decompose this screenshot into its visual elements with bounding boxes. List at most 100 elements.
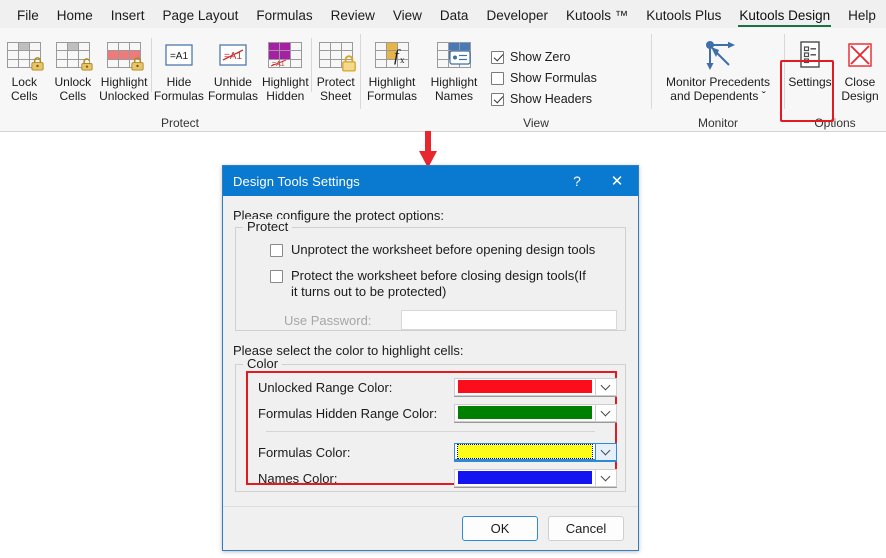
dialog-titlebar[interactable]: Design Tools Settings ? ✕: [223, 166, 638, 196]
close-design-label: Close Design: [841, 75, 879, 103]
protect-group: Protect Unprotect the worksheet before o…: [235, 219, 626, 331]
monitor-precedents-dependents-button[interactable]: Monitor Precedents and Dependents ˇ: [659, 32, 777, 103]
settings-label: Settings: [788, 75, 832, 89]
svg-text:=A1: =A1: [224, 51, 243, 62]
names-color-picker[interactable]: [454, 468, 617, 488]
color-rows: Unlocked Range Color: Formulas Hidden Ra…: [236, 365, 625, 500]
chevron-down-icon-2[interactable]: [595, 403, 617, 422]
tab-data[interactable]: Data: [431, 6, 478, 28]
formulas-hidden-range-color-row[interactable]: Formulas Hidden Range Color:: [244, 401, 617, 425]
unprotect-before-opening-option[interactable]: Unprotect the worksheet before opening d…: [244, 238, 617, 262]
formulas-color-swatch: [457, 443, 593, 459]
tab-help[interactable]: Help: [839, 6, 885, 28]
color-divider: [266, 431, 595, 432]
show-formulas-checkbox[interactable]: Show Formulas: [491, 71, 597, 85]
tab-home[interactable]: Home: [48, 6, 102, 28]
unlock-cells-icon: [55, 35, 93, 75]
excel-window: File Home Insert Page Layout Formulas Re…: [0, 0, 886, 558]
checkbox-unchecked-icon[interactable]: [270, 244, 283, 257]
protect-sheet-button[interactable]: Protect Sheet: [311, 32, 360, 103]
color-instruction: Please select the color to highlight cel…: [233, 343, 464, 358]
formulas-hidden-range-color-picker[interactable]: [454, 403, 617, 423]
ribbon: Lock Cells Unlock Cells Highlight Unlock…: [0, 28, 886, 132]
tab-formulas[interactable]: Formulas: [247, 6, 321, 28]
ribbon-group-label-view: View: [523, 116, 549, 130]
formulas-color-row[interactable]: Formulas Color:: [244, 440, 617, 464]
tab-page-layout[interactable]: Page Layout: [154, 6, 248, 28]
checkbox-unchecked-icon[interactable]: [491, 71, 504, 85]
names-color-swatch: [458, 471, 592, 484]
unprotect-before-opening-label: Unprotect the worksheet before opening d…: [291, 242, 596, 257]
chevron-down-icon-4[interactable]: [595, 468, 617, 487]
tab-kutools-plus[interactable]: Kutools Plus: [637, 6, 730, 28]
chevron-down-icon[interactable]: [595, 377, 617, 396]
unlocked-range-color-row[interactable]: Unlocked Range Color:: [244, 375, 617, 399]
hide-formulas-button[interactable]: =A1 Hide Formulas: [152, 32, 206, 103]
swatch-container: [454, 377, 595, 396]
protect-before-closing-option[interactable]: Protect the worksheet before closing des…: [244, 262, 617, 304]
ribbon-group-label-monitor: Monitor: [697, 116, 738, 130]
formulas-color-label: Formulas Color:: [258, 444, 351, 460]
highlight-names-label: Highlight Names: [430, 75, 478, 103]
chevron-down-icon-3[interactable]: [595, 442, 617, 461]
highlight-hidden-icon: =A1: [268, 35, 303, 75]
settings-button[interactable]: Settings: [785, 32, 835, 89]
formulas-color-picker[interactable]: [454, 442, 617, 462]
color-group: Color Unlocked Range Color: Formulas Hid…: [235, 356, 626, 492]
tab-insert[interactable]: Insert: [102, 6, 154, 28]
checkbox-checked-icon[interactable]: [491, 50, 504, 64]
tab-file[interactable]: File: [8, 6, 48, 28]
highlight-unlocked-button[interactable]: Highlight Unlocked: [97, 32, 151, 103]
close-icon[interactable]: ✕: [596, 166, 638, 196]
protect-sheet-icon: [318, 35, 356, 75]
tab-review[interactable]: Review: [322, 6, 384, 28]
show-headers-label: Show Headers: [510, 92, 592, 106]
settings-icon: [796, 35, 824, 75]
use-password-label: Use Password:: [284, 312, 372, 328]
checkbox-unchecked-icon-2[interactable]: [270, 270, 283, 283]
ribbon-group-monitor: Monitor Precedents and Dependents ˇ Moni…: [652, 28, 784, 132]
ribbon-group-protect: Lock Cells Unlock Cells Highlight Unlock…: [0, 28, 360, 132]
unhide-formulas-button[interactable]: =A1 Unhide Formulas: [206, 32, 260, 103]
lock-cells-button[interactable]: Lock Cells: [0, 32, 49, 103]
tab-view[interactable]: View: [384, 6, 431, 28]
formulas-hidden-range-color-label: Formulas Hidden Range Color:: [258, 405, 438, 421]
unlocked-range-color-swatch: [458, 380, 592, 393]
highlight-names-icon: [437, 35, 471, 75]
tab-kutools[interactable]: Kutools ™: [557, 6, 637, 28]
tab-developer[interactable]: Developer: [477, 6, 557, 28]
checkbox-checked-icon-2[interactable]: [491, 92, 504, 106]
svg-text:=A1: =A1: [170, 51, 189, 62]
lock-cells-label: Lock Cells: [10, 75, 38, 103]
cancel-button[interactable]: Cancel: [548, 516, 624, 541]
dialog-body: Please configure the protect options: Pr…: [223, 196, 638, 512]
precedents-dependents-icon: [697, 35, 739, 75]
names-color-label: Names Color:: [258, 470, 338, 486]
swatch-container-2: [454, 403, 595, 422]
show-headers-checkbox[interactable]: Show Headers: [491, 92, 597, 106]
lock-cells-icon: [7, 35, 44, 75]
highlight-formulas-label: Highlight Formulas: [366, 75, 417, 103]
names-color-row[interactable]: Names Color:: [244, 466, 617, 490]
highlight-formulas-icon: fx: [375, 35, 409, 75]
show-formulas-label: Show Formulas: [510, 71, 597, 85]
unlock-cells-button[interactable]: Unlock Cells: [49, 32, 98, 103]
password-input[interactable]: [401, 310, 617, 330]
view-checkbox-column: Show Zero Show Formulas Show Headers: [485, 32, 601, 118]
help-button[interactable]: ?: [558, 166, 596, 196]
highlight-hidden-button[interactable]: =A1 Highlight Hidden: [260, 32, 311, 103]
dialog-footer: OK Cancel: [223, 506, 638, 550]
ribbon-group-options: Settings Close Design Options: [785, 28, 885, 132]
design-tools-settings-dialog: Design Tools Settings ? ✕ Please configu…: [222, 165, 639, 551]
dialog-titlebar-buttons: ? ✕: [558, 166, 638, 196]
dialog-title: Design Tools Settings: [233, 173, 360, 189]
highlight-formulas-button[interactable]: fx Highlight Formulas: [361, 32, 423, 103]
protect-sheet-label: Protect Sheet: [316, 75, 355, 103]
highlight-names-button[interactable]: Highlight Names: [423, 32, 485, 103]
protect-before-closing-label: Protect the worksheet before closing des…: [291, 268, 586, 299]
close-design-button[interactable]: Close Design: [835, 32, 885, 103]
ok-button[interactable]: OK: [462, 516, 538, 541]
tab-kutools-design[interactable]: Kutools Design: [730, 6, 839, 28]
unlocked-range-color-picker[interactable]: [454, 377, 617, 397]
show-zero-checkbox[interactable]: Show Zero: [491, 50, 597, 64]
